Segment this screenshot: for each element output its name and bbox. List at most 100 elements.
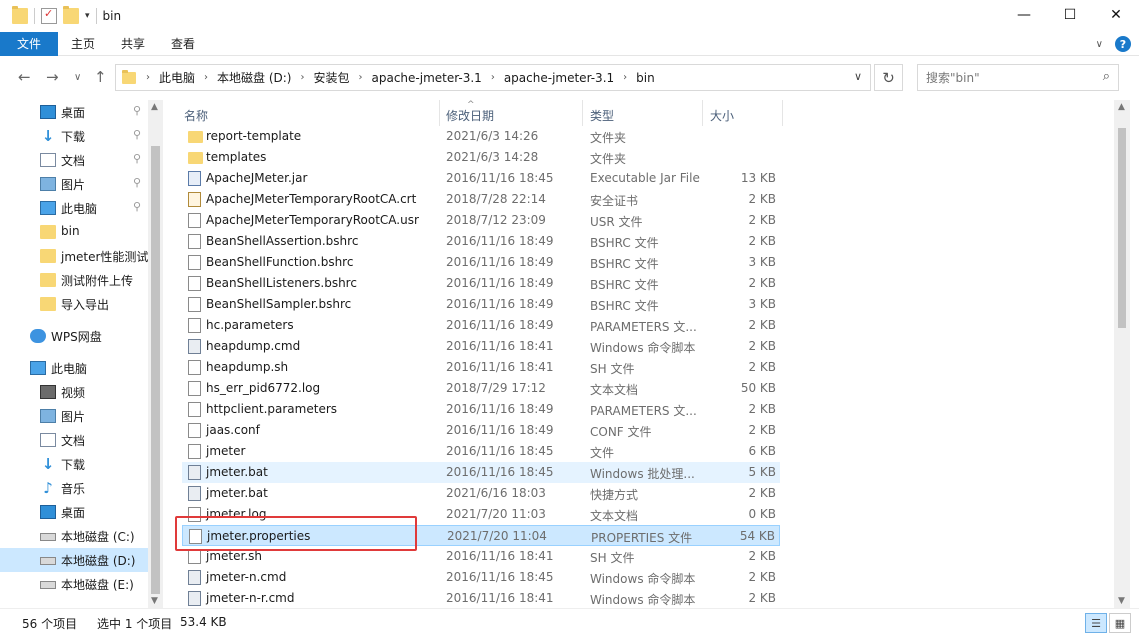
file-date: 2016/11/16 18:45: [446, 444, 554, 458]
file-type: BSHRC 文件: [590, 278, 659, 292]
file-size: 5 KB: [748, 465, 776, 479]
file-row[interactable]: BeanShellFunction.bshrc 2016/11/16 18:49 B…: [182, 252, 780, 273]
breadcrumb-install-package[interactable]: 安装包: [313, 69, 349, 86]
details-view-icon[interactable]: ☰: [1085, 613, 1107, 633]
file-row[interactable]: jmeter 2016/11/16 18:45 文件 6 KB: [182, 441, 780, 462]
file-file-icon: [188, 360, 201, 375]
sidebar-item[interactable]: jmeter性能测试: [0, 244, 148, 268]
sidebar-item[interactable]: 图片: [0, 404, 148, 428]
sidebar-item[interactable]: 此电脑: [0, 356, 148, 380]
column-divider[interactable]: [702, 100, 703, 126]
sidebar-item[interactable]: 视频: [0, 380, 148, 404]
file-row[interactable]: BeanShellListeners.bshrc 2016/11/16 18:49…: [182, 273, 780, 294]
search-icon[interactable]: ⌕: [1103, 69, 1110, 84]
address-history-dropdown-icon[interactable]: ∨: [854, 70, 862, 83]
navigation-pane-scrollbar[interactable]: ▲ ▼: [148, 100, 163, 608]
sidebar-item[interactable]: ♪ 音乐: [0, 476, 148, 500]
sidebar-item[interactable]: bin: [0, 220, 148, 244]
sidebar-item[interactable]: 图片 ⚲: [0, 172, 148, 196]
column-header-type[interactable]: 类型: [590, 107, 614, 124]
cmd-file-icon: [188, 591, 201, 606]
file-row[interactable]: jaas.conf 2016/11/16 18:49 CONF 文件 2 KB: [182, 420, 780, 441]
tab-share[interactable]: 共享: [108, 35, 158, 52]
sidebar-item[interactable]: 桌面 ⚲: [0, 100, 148, 124]
file-row[interactable]: hs_err_pid6772.log 2018/7/29 17:12 文本文档 50 …: [182, 378, 780, 399]
file-row[interactable]: heapdump.sh 2016/11/16 18:41 SH 文件 2 KB: [182, 357, 780, 378]
scroll-down-icon[interactable]: ▼: [1118, 596, 1125, 606]
expand-ribbon-icon[interactable]: ∨: [1096, 39, 1103, 50]
minimize-button[interactable]: —: [1001, 0, 1047, 30]
breadcrumb-separator-icon[interactable]: ›: [359, 72, 363, 83]
sidebar-item[interactable]: 文档: [0, 428, 148, 452]
file-date: 2021/6/3 14:28: [446, 150, 539, 164]
file-row[interactable]: jmeter-n.cmd 2016/11/16 18:45 Windows 命令脚本…: [182, 567, 780, 588]
sidebar-item[interactable]: 导入导出: [0, 292, 148, 316]
tab-home[interactable]: 主页: [58, 35, 108, 52]
sidebar-item[interactable]: 桌面: [0, 500, 148, 524]
file-row[interactable]: BeanShellAssertion.bshrc 2016/11/16 18:49…: [182, 231, 780, 252]
file-type: 文件夹: [590, 152, 627, 166]
file-row[interactable]: templates 2021/6/3 14:28 文件夹: [182, 147, 780, 168]
tab-file[interactable]: 文件: [0, 31, 58, 56]
breadcrumb-apache-jmeter[interactable]: apache-jmeter-3.1: [372, 71, 482, 85]
file-row[interactable]: ApacheJMeterTemporaryRootCA.usr 2018/7/12…: [182, 210, 780, 231]
address-bar[interactable]: › 此电脑 › 本地磁盘 (D:) › 安装包 › apache-jmeter-…: [115, 64, 871, 91]
column-header-date[interactable]: 修改日期: [446, 107, 494, 124]
large-icons-view-icon[interactable]: ▦: [1109, 613, 1131, 633]
breadcrumb-drive-d[interactable]: 本地磁盘 (D:): [217, 69, 291, 86]
file-row[interactable]: BeanShellSampler.bshrc 2016/11/16 18:49 BS…: [182, 294, 780, 315]
breadcrumb-apache-jmeter-inner[interactable]: apache-jmeter-3.1: [504, 71, 614, 85]
scrollbar-thumb[interactable]: [151, 146, 160, 594]
recent-locations-icon[interactable]: ∨: [74, 72, 81, 83]
file-row[interactable]: jmeter.bat 2021/6/16 18:03 快捷方式 2 KB: [182, 483, 780, 504]
file-row[interactable]: jmeter.bat 2016/11/16 18:45 Windows 批处理...…: [182, 462, 780, 483]
breadcrumb-separator-icon[interactable]: ›: [204, 72, 208, 83]
file-row[interactable]: ApacheJMeter.jar 2016/11/16 18:45 Executab…: [182, 168, 780, 189]
file-row[interactable]: httpclient.parameters 2016/11/16 18:49 PAR…: [182, 399, 780, 420]
sidebar-item[interactable]: ↓ 下载: [0, 452, 148, 476]
scroll-up-icon[interactable]: ▲: [151, 102, 158, 112]
help-icon[interactable]: ?: [1115, 36, 1131, 52]
up-arrow-icon[interactable]: ↑: [94, 68, 107, 86]
breadcrumb-separator-icon[interactable]: ›: [491, 72, 495, 83]
file-row[interactable]: report-template 2021/6/3 14:26 文件夹: [182, 126, 780, 147]
column-divider[interactable]: [439, 100, 440, 126]
sidebar-item[interactable]: 测试附件上传: [0, 268, 148, 292]
tab-view[interactable]: 查看: [158, 35, 208, 52]
sidebar-item[interactable]: ↓ 下载 ⚲: [0, 124, 148, 148]
scroll-down-icon[interactable]: ▼: [151, 596, 158, 606]
search-input[interactable]: 搜索"bin" ⌕: [917, 64, 1119, 91]
refresh-icon[interactable]: ↻: [874, 64, 903, 91]
sidebar-item[interactable]: 本地磁盘 (E:): [0, 572, 148, 596]
file-file-icon: [188, 549, 201, 564]
new-folder-icon[interactable]: [63, 6, 79, 24]
file-date: 2016/11/16 18:41: [446, 360, 554, 374]
sidebar-item[interactable]: 本地磁盘 (C:): [0, 524, 148, 548]
column-divider[interactable]: [582, 100, 583, 126]
file-row[interactable]: jmeter-n-r.cmd 2016/11/16 18:41 Windows 命令…: [182, 588, 780, 608]
breadcrumb-this-pc[interactable]: 此电脑: [159, 69, 195, 86]
sidebar-item[interactable]: WPS网盘: [0, 324, 148, 348]
customize-toolbar-dropdown-icon[interactable]: ▾: [85, 11, 90, 21]
sidebar-item[interactable]: 本地磁盘 (D:): [0, 548, 148, 572]
file-row[interactable]: heapdump.cmd 2016/11/16 18:41 Windows 命令脚本…: [182, 336, 780, 357]
file-row[interactable]: hc.parameters 2016/11/16 18:49 PARAMETERS …: [182, 315, 780, 336]
forward-arrow-icon[interactable]: →: [46, 68, 59, 86]
back-arrow-icon[interactable]: ←: [18, 68, 31, 86]
breadcrumb-separator-icon[interactable]: ›: [623, 72, 627, 83]
column-header-name[interactable]: 名称: [184, 107, 208, 124]
column-header-size[interactable]: 大小: [710, 107, 734, 124]
file-row[interactable]: ApacheJMeterTemporaryRootCA.crt 2018/7/28…: [182, 189, 780, 210]
breadcrumb-separator-icon[interactable]: ›: [146, 72, 150, 83]
properties-icon[interactable]: [41, 7, 57, 24]
file-list-scrollbar[interactable]: ▲ ▼: [1114, 100, 1130, 608]
breadcrumb-separator-icon[interactable]: ›: [300, 72, 304, 83]
close-button[interactable]: ✕: [1093, 0, 1139, 30]
scrollbar-thumb[interactable]: [1118, 128, 1126, 328]
column-divider[interactable]: [782, 100, 783, 126]
scroll-up-icon[interactable]: ▲: [1118, 102, 1125, 112]
sidebar-item[interactable]: 文档 ⚲: [0, 148, 148, 172]
sidebar-item[interactable]: 此电脑 ⚲: [0, 196, 148, 220]
maximize-button[interactable]: ☐: [1047, 0, 1093, 30]
breadcrumb-bin[interactable]: bin: [636, 71, 655, 85]
